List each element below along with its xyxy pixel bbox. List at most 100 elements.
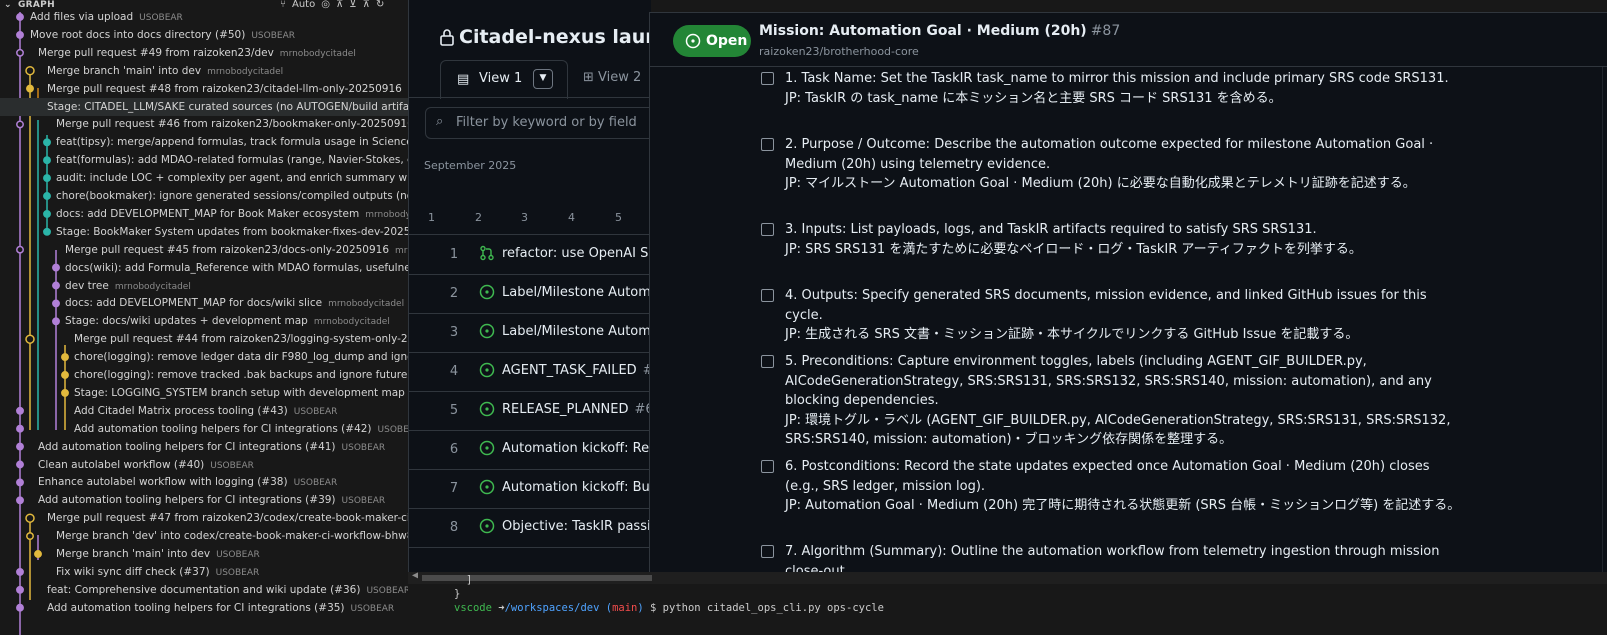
- filter-input[interactable]: ⌕ Filter by keyword or by field: [425, 107, 651, 139]
- commit-row[interactable]: Add files via upload USOBEAR: [0, 8, 408, 26]
- commit-message: dev tree: [65, 279, 109, 292]
- commit-row[interactable]: Merge branch 'dev' into codex/create-boo…: [0, 527, 408, 545]
- day-label: 4: [568, 211, 575, 224]
- tab-view-1[interactable]: ▤ View 1 ▼: [440, 60, 568, 99]
- commit-message: Merge branch 'dev' into codex/create-boo…: [56, 530, 408, 543]
- commit-row[interactable]: feat: Comprehensive documentation and wi…: [0, 581, 408, 599]
- commit-author: USOBEAR: [216, 550, 260, 560]
- project-item-row[interactable]: 4 AGENT_TASK_FAILED#6: [409, 352, 651, 392]
- commit-row[interactable]: dev tree mrnobodycitadel: [0, 277, 408, 295]
- tab-view-2[interactable]: ⊞ View 2: [583, 70, 641, 85]
- commit-row[interactable]: Add automation tooling helpers for CI in…: [0, 599, 408, 617]
- commit-row[interactable]: Fix wiki sync diff check (#37) USOBEAR: [0, 563, 408, 581]
- commit-author: mrnobodycitadel: [365, 209, 408, 220]
- commit-author: USOBEAR: [215, 567, 260, 578]
- project-panel: Citadel-nexus launch ▤ View 1 ▼ ⊞ View 2…: [408, 0, 651, 572]
- commit-row[interactable]: audit: include LOC + complexity per agen…: [0, 169, 408, 187]
- view-menu-dropdown-icon[interactable]: ▼: [533, 69, 553, 89]
- project-title: Citadel-nexus launch: [459, 26, 651, 48]
- commit-row[interactable]: docs(wiki): add Formula_Reference with M…: [0, 259, 408, 277]
- commit-row[interactable]: Add automation tooling helpers for CI in…: [0, 438, 408, 456]
- git-graph-panel: ⌄ GRAPH ⑂ Auto ◎ ⊼ ⊻ ⊼ ↻ Add files via u…: [0, 0, 409, 635]
- commit-row[interactable]: docs: add DEVELOPMENT_MAP for Book Maker…: [0, 205, 408, 223]
- commit-row[interactable]: docs: add DEVELOPMENT_MAP for docs/wiki …: [0, 294, 408, 312]
- project-item-row[interactable]: 8 Objective: TaskIR passing: [409, 508, 651, 548]
- commit-row[interactable]: chore(logging): remove tracked .bak back…: [0, 366, 408, 384]
- scroll-left-icon[interactable]: ◀: [412, 570, 418, 581]
- task-checkbox[interactable]: [761, 355, 774, 368]
- commit-row[interactable]: feat(formulas): add MDAO-related formula…: [0, 151, 408, 169]
- project-item-row[interactable]: 2 Label/Milestone Automa: [409, 274, 651, 314]
- commit-row[interactable]: Merge pull request #46 from raizoken23/b…: [0, 115, 408, 133]
- prompt-path: /workspaces/dev: [504, 602, 600, 614]
- commit-row[interactable]: Merge branch 'main' into dev USOBEAR: [0, 545, 408, 563]
- commit-row[interactable]: Add automation tooling helpers for CI in…: [0, 491, 408, 509]
- commit-row[interactable]: chore(bookmaker): ignore generated sessi…: [0, 187, 408, 205]
- commit-message: docs: add DEVELOPMENT_MAP for docs/wiki …: [65, 297, 323, 310]
- commit-row[interactable]: Stage: CITADEL_LLM/SAKE curated sources …: [0, 97, 408, 116]
- commit-row[interactable]: Enhance autolabel workflow with logging …: [0, 473, 408, 491]
- task-checkbox[interactable]: [761, 545, 774, 558]
- commit-row[interactable]: Add automation tooling helpers for CI in…: [0, 420, 408, 438]
- project-item-row[interactable]: 3 Label/Milestone Automa: [409, 313, 651, 353]
- commit-row[interactable]: Add Citadel Matrix process tooling (#43)…: [0, 402, 408, 420]
- commit-row[interactable]: Merge pull request #44 from raizoken23/l…: [0, 330, 408, 348]
- commit-row[interactable]: Merge pull request #48 from raizoken23/c…: [0, 80, 408, 98]
- commit-author: mrnobodycitadel: [114, 281, 191, 292]
- commit-row[interactable]: Stage: LOGGING_SYSTEM branch setup with …: [0, 384, 408, 402]
- task-checkbox[interactable]: [761, 223, 774, 236]
- commit-row[interactable]: chore(logging): remove ledger data dir F…: [0, 348, 408, 366]
- task-checkbox[interactable]: [761, 460, 774, 473]
- task-text-en: 4. Outputs: Specify generated SRS docume…: [785, 288, 1427, 323]
- commit-row[interactable]: Move root docs into docs directory (#50)…: [0, 26, 408, 44]
- horizontal-scrollbar[interactable]: ◀: [408, 570, 1607, 584]
- project-item-row[interactable]: 5 RELEASE_PLANNED#66: [409, 391, 651, 431]
- commit-message: Merge branch 'main' into dev: [56, 548, 211, 560]
- commit-author: mrnobodycitadel: [207, 66, 284, 77]
- commit-row[interactable]: Stage: docs/wiki updates + development m…: [0, 312, 408, 330]
- tab-view-1-label: View 1: [479, 71, 523, 86]
- lock-icon: [440, 29, 454, 46]
- commit-row[interactable]: Merge branch 'main' into dev mrnobodycita…: [0, 62, 408, 80]
- commit-row[interactable]: Stage: BookMaker System updates from boo…: [0, 223, 408, 241]
- commit-message: Stage: CITADEL_LLM/SAKE curated sources …: [47, 100, 408, 113]
- commit-message: Merge pull request #47 from raizoken23/c…: [47, 512, 408, 525]
- search-icon: ⌕: [436, 114, 444, 129]
- task-text-en: 1. Task Name: Set the TaskIR task_name t…: [785, 71, 1449, 86]
- project-item-row[interactable]: 7 Automation kickoff: Bug: [409, 469, 651, 509]
- scrollbar-thumb[interactable]: [422, 575, 652, 581]
- commit-message: docs(wiki): add Formula_Reference with M…: [65, 261, 408, 274]
- task-checkbox[interactable]: [761, 72, 774, 85]
- prompt-branch: main: [612, 602, 638, 614]
- item-title-text: Automation kickoff: Bug: [502, 480, 651, 495]
- task-text-jp: JP: SRS SRS131 を満たすために必要なペイロード・ログ・TaskIR…: [785, 241, 1362, 257]
- day-label: 3: [521, 211, 528, 224]
- issue-repo-link[interactable]: raizoken23/brotherhood-core: [759, 45, 919, 58]
- item-title: Label/Milestone Automa: [502, 324, 651, 339]
- commit-message: Move root docs into docs directory (#50): [30, 28, 246, 41]
- project-item-row[interactable]: 1 refactor: use OpenAI SDK: [409, 235, 651, 275]
- tab-view-2-label: View 2: [598, 70, 642, 85]
- commit-message: Add automation tooling helpers for CI in…: [47, 601, 345, 614]
- issue-state-badge: Open: [673, 25, 751, 57]
- commit-row[interactable]: Merge pull request #45 from raizoken23/d…: [0, 241, 408, 259]
- terminal-line: ]: [466, 574, 473, 586]
- pull-request-icon: [480, 245, 494, 261]
- commit-message: audit: include LOC + complexity per agen…: [56, 172, 408, 185]
- commit-row[interactable]: Merge pull request #47 from raizoken23/c…: [0, 509, 408, 527]
- commit-row[interactable]: Clean autolabel workflow (#40) USOBEAR: [0, 456, 408, 474]
- task-item: 6. Postconditions: Record the state upda…: [761, 457, 1462, 516]
- month-label: September 2025: [424, 159, 517, 172]
- commit-row[interactable]: Merge pull request #49 from raizoken23/d…: [0, 44, 408, 62]
- task-checkbox[interactable]: [761, 289, 774, 302]
- task-checkbox[interactable]: [761, 138, 774, 151]
- commit-row[interactable]: feat(tipsy): merge/append formulas, trac…: [0, 133, 408, 151]
- issue-scrollbar[interactable]: [1602, 67, 1607, 573]
- issue-state-label: Open: [706, 33, 748, 49]
- terminal-panel[interactable]: ◀ ] } vscode ➜/workspaces/dev (main) $ p…: [408, 570, 1607, 635]
- project-item-row[interactable]: 6 Automation kickoff: Rele: [409, 430, 651, 470]
- commit-message: Stage: LOGGING_SYSTEM branch setup with …: [74, 386, 408, 399]
- item-title: Automation kickoff: Rele: [502, 441, 651, 456]
- issue-title[interactable]: Mission: Automation Goal · Medium (20h) #…: [759, 23, 1120, 39]
- item-title: Label/Milestone Automa: [502, 285, 651, 300]
